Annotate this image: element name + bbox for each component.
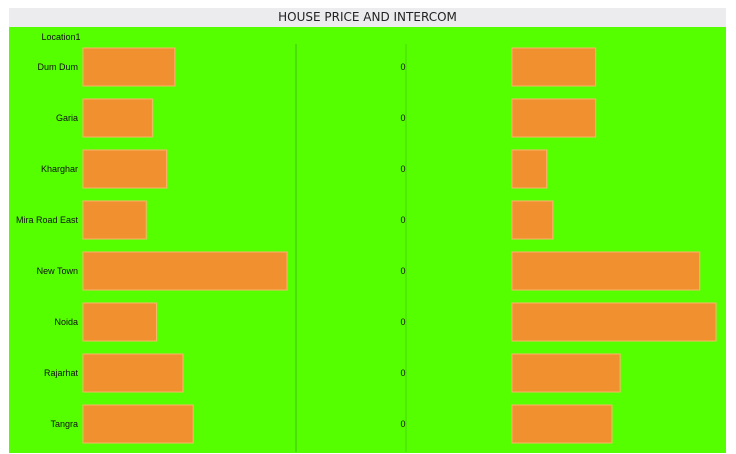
category-label: Mira Road East xyxy=(16,215,79,225)
bar xyxy=(82,47,176,87)
chart-svg: Location1 Dum Dum 0 Garia 0 Kharghar 0 Mira Roa… xyxy=(9,27,726,453)
category-label: Noida xyxy=(54,317,78,327)
chart-container: HOUSE PRICE AND INTERCOM Location1 Dum Du… xyxy=(0,0,736,454)
category-label: Dum Dum xyxy=(37,62,78,72)
bar xyxy=(511,98,597,138)
category-label: Rajarhat xyxy=(44,368,79,378)
data-label: 0 xyxy=(400,317,405,327)
data-label: 0 xyxy=(400,368,405,378)
bar xyxy=(511,47,597,87)
data-label: 0 xyxy=(400,215,405,225)
bar xyxy=(82,302,157,342)
bar xyxy=(82,98,153,138)
category-label: Kharghar xyxy=(41,164,78,174)
bar xyxy=(511,404,613,444)
row-header-label: Location1 xyxy=(41,32,80,42)
bar xyxy=(511,251,701,291)
bar xyxy=(511,353,621,393)
bar xyxy=(511,149,548,189)
data-label: 0 xyxy=(400,62,405,72)
data-label: 0 xyxy=(400,113,405,123)
category-label: New Town xyxy=(37,266,78,276)
category-label: Garia xyxy=(56,113,78,123)
bar xyxy=(82,149,168,189)
bar xyxy=(82,200,147,240)
data-label: 0 xyxy=(400,164,405,174)
bar xyxy=(82,353,184,393)
data-label: 0 xyxy=(400,266,405,276)
bar xyxy=(82,404,194,444)
data-label: 0 xyxy=(400,419,405,429)
bar xyxy=(511,302,717,342)
bar xyxy=(511,200,554,240)
category-label: Tangra xyxy=(50,419,78,429)
bar xyxy=(82,251,288,291)
